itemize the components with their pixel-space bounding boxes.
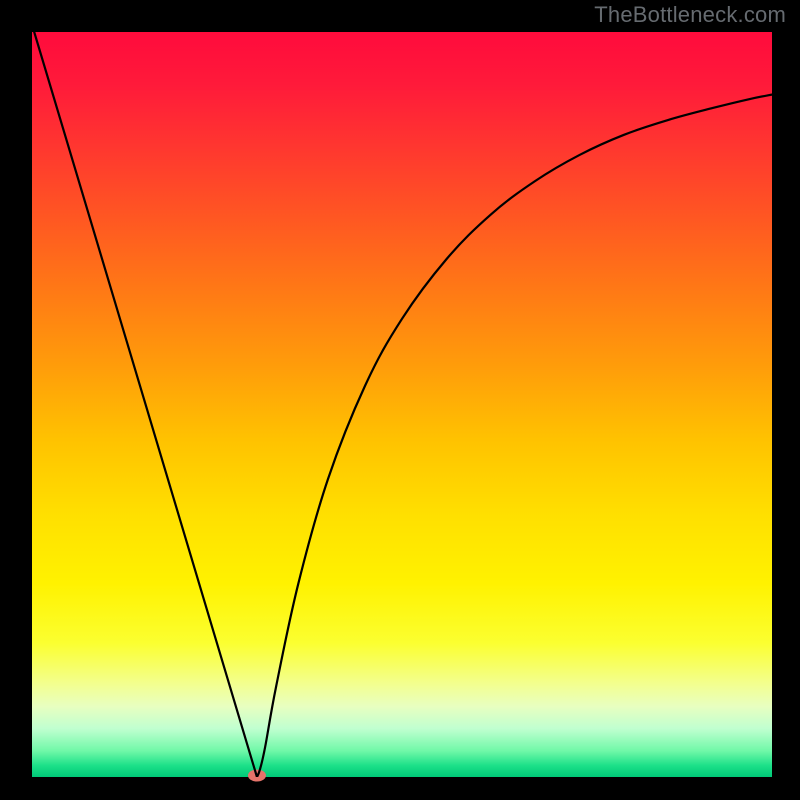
chart-frame: TheBottleneck.com — [0, 0, 800, 800]
plot-background — [32, 32, 772, 777]
watermark-text: TheBottleneck.com — [594, 2, 786, 28]
bottleneck-chart — [0, 0, 800, 800]
